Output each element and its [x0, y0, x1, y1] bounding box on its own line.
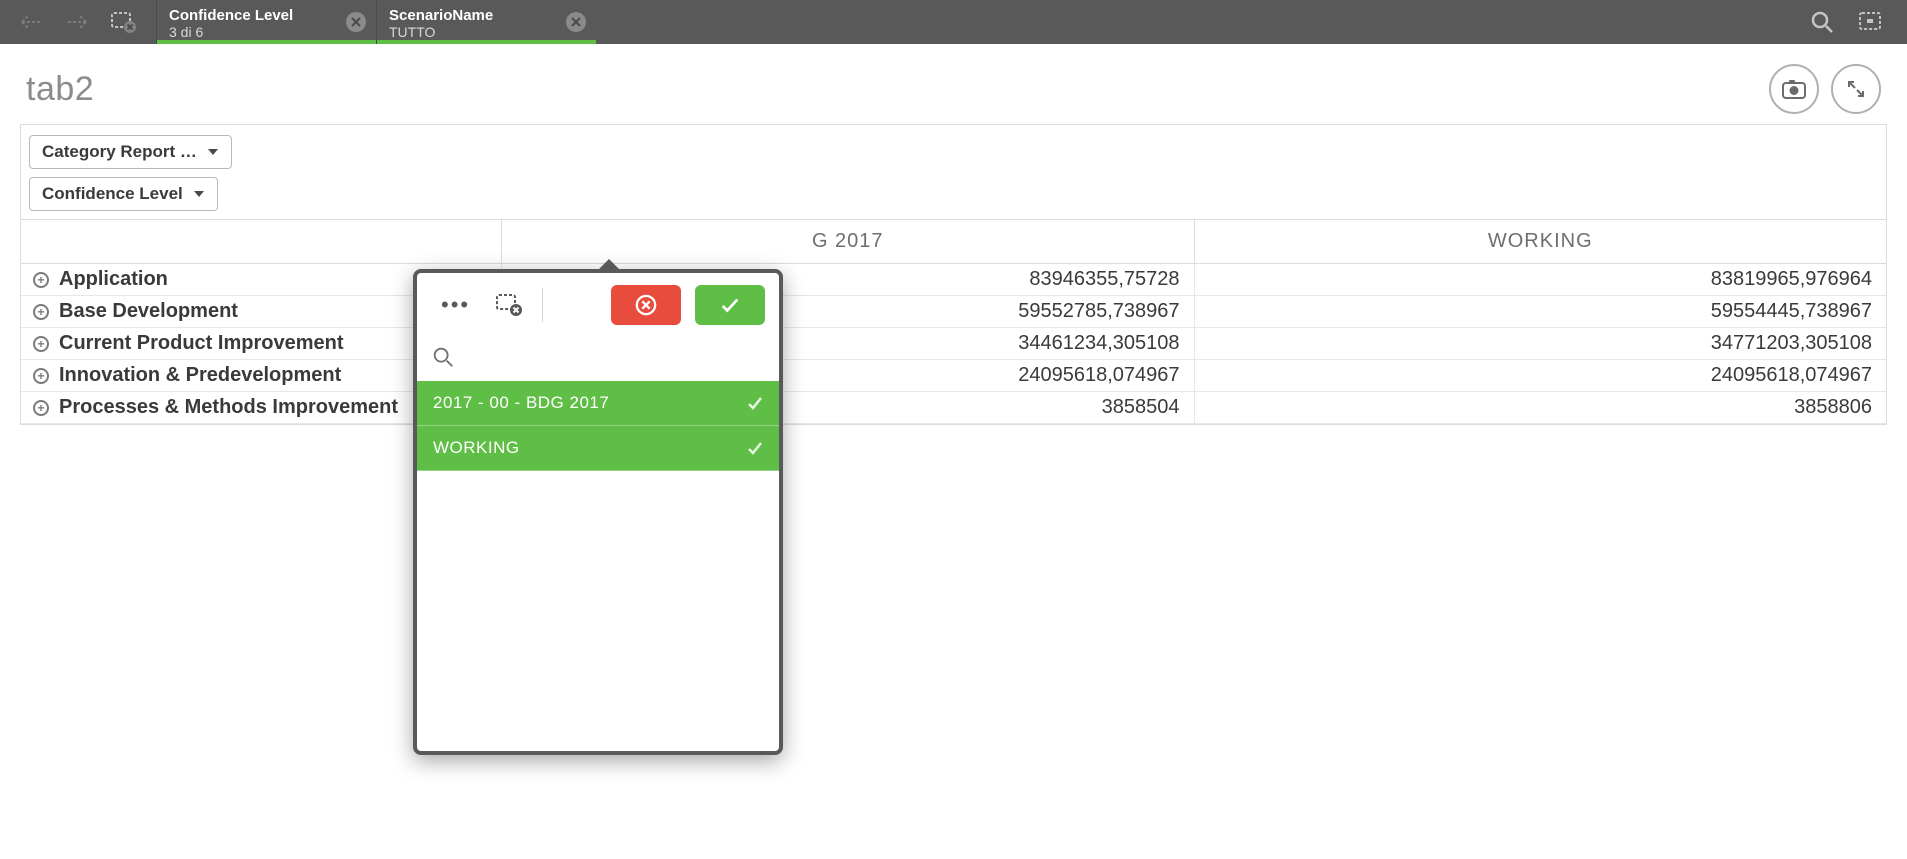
popover-more-icon[interactable]: ••• — [431, 292, 480, 318]
global-search-icon[interactable] — [1809, 9, 1835, 35]
dim-button-label: Category Report … — [42, 142, 197, 162]
check-icon — [747, 440, 763, 456]
pivot-row-text: Base Development — [59, 300, 238, 323]
pivot-row: + Current Product Improvement 34461234,3… — [21, 328, 1886, 360]
pivot-row-text: Application — [59, 268, 168, 291]
pivot-header-blank — [21, 220, 501, 263]
filter-popover: ••• 2017 - 00 - BDG 2017 — [413, 269, 783, 755]
selection-nav-icons — [0, 0, 156, 44]
popover-divider — [542, 288, 543, 322]
popover-search[interactable] — [417, 337, 779, 381]
snapshot-button[interactable] — [1769, 64, 1819, 114]
selection-bar: Confidence Level 3 di 6 ScenarioName TUT… — [0, 0, 1907, 44]
pivot-header-col-2[interactable]: WORKING — [1194, 220, 1887, 263]
popover-list: 2017 - 00 - BDG 2017 WORKING — [417, 381, 779, 471]
pivot-object: Category Report … Confidence Level G 201… — [20, 124, 1887, 425]
expand-icon[interactable]: + — [33, 304, 49, 320]
topbar-right-icons — [1787, 0, 1907, 44]
selection-forward-icon — [64, 11, 90, 33]
popover-confirm-button[interactable] — [695, 285, 765, 325]
selection-back-icon — [18, 11, 44, 33]
pivot-row: + Processes & Methods Improvement 385850… — [21, 392, 1886, 424]
pivot-header-col-1[interactable]: G 2017 — [501, 220, 1194, 263]
pivot-grid: G 2017 WORKING + Application 83946355,75… — [21, 219, 1886, 424]
selection-chip-clear-icon[interactable] — [566, 12, 586, 32]
selection-chip-confidence-level[interactable]: Confidence Level 3 di 6 — [156, 0, 376, 44]
close-icon — [635, 294, 657, 316]
selection-chip-field: Confidence Level — [169, 8, 336, 25]
pivot-row-text: Current Product Improvement — [59, 332, 343, 355]
search-icon — [431, 345, 455, 369]
pivot-row: + Innovation & Predevelopment 24095618,0… — [21, 360, 1886, 392]
expand-icon[interactable]: + — [33, 272, 49, 288]
pivot-cell: 59554445,738967 — [1194, 296, 1887, 327]
popover-toolbar: ••• — [417, 273, 779, 337]
selection-chip-field: ScenarioName — [389, 8, 556, 25]
clear-all-selections-icon[interactable] — [110, 10, 138, 34]
chevron-down-icon — [207, 146, 219, 158]
pivot-row: + Application 83946355,75728 83819965,97… — [21, 264, 1886, 296]
pivot-cell: 34771203,305108 — [1194, 328, 1887, 359]
check-icon — [747, 395, 763, 411]
expand-icon[interactable]: + — [33, 400, 49, 416]
popover-cancel-button[interactable] — [611, 285, 681, 325]
dim-button-confidence-level[interactable]: Confidence Level — [29, 177, 218, 211]
dim-button-category-report[interactable]: Category Report … — [29, 135, 232, 169]
selection-chip-summary: 3 di 6 — [169, 25, 336, 40]
selection-chip-summary: TUTTO — [389, 25, 556, 40]
popover-clear-selection-icon[interactable] — [494, 292, 524, 318]
fullscreen-button[interactable] — [1831, 64, 1881, 114]
popover-search-input[interactable] — [465, 348, 765, 366]
pivot-cell: 3858806 — [1194, 392, 1887, 423]
selections-tool-icon[interactable] — [1857, 10, 1885, 34]
pivot-row-text: Processes & Methods Improvement — [59, 396, 398, 419]
expand-icon[interactable]: + — [33, 336, 49, 352]
pivot-row: + Base Development 59552785,738967 59554… — [21, 296, 1886, 328]
pivot-row-text: Innovation & Predevelopment — [59, 364, 341, 387]
sheet-title: tab2 — [26, 70, 94, 109]
pivot-cell: 83819965,976964 — [1194, 264, 1887, 295]
selection-chip-scenarioname[interactable]: ScenarioName TUTTO — [376, 0, 596, 44]
chevron-down-icon — [193, 188, 205, 200]
sheet-header: tab2 — [0, 44, 1907, 124]
pivot-header-row: G 2017 WORKING — [21, 220, 1886, 264]
popover-item-bdg2017[interactable]: 2017 - 00 - BDG 2017 — [417, 381, 779, 426]
popover-item-working[interactable]: WORKING — [417, 426, 779, 471]
pivot-cell: 24095618,074967 — [1194, 360, 1887, 391]
selection-chip-clear-icon[interactable] — [346, 12, 366, 32]
dimension-selectors: Category Report … Confidence Level — [21, 125, 1886, 219]
check-icon — [719, 294, 741, 316]
dim-button-label: Confidence Level — [42, 184, 183, 204]
popover-item-label: WORKING — [433, 438, 520, 458]
expand-icon[interactable]: + — [33, 368, 49, 384]
popover-item-label: 2017 - 00 - BDG 2017 — [433, 393, 609, 413]
popover-empty-space — [417, 471, 779, 751]
